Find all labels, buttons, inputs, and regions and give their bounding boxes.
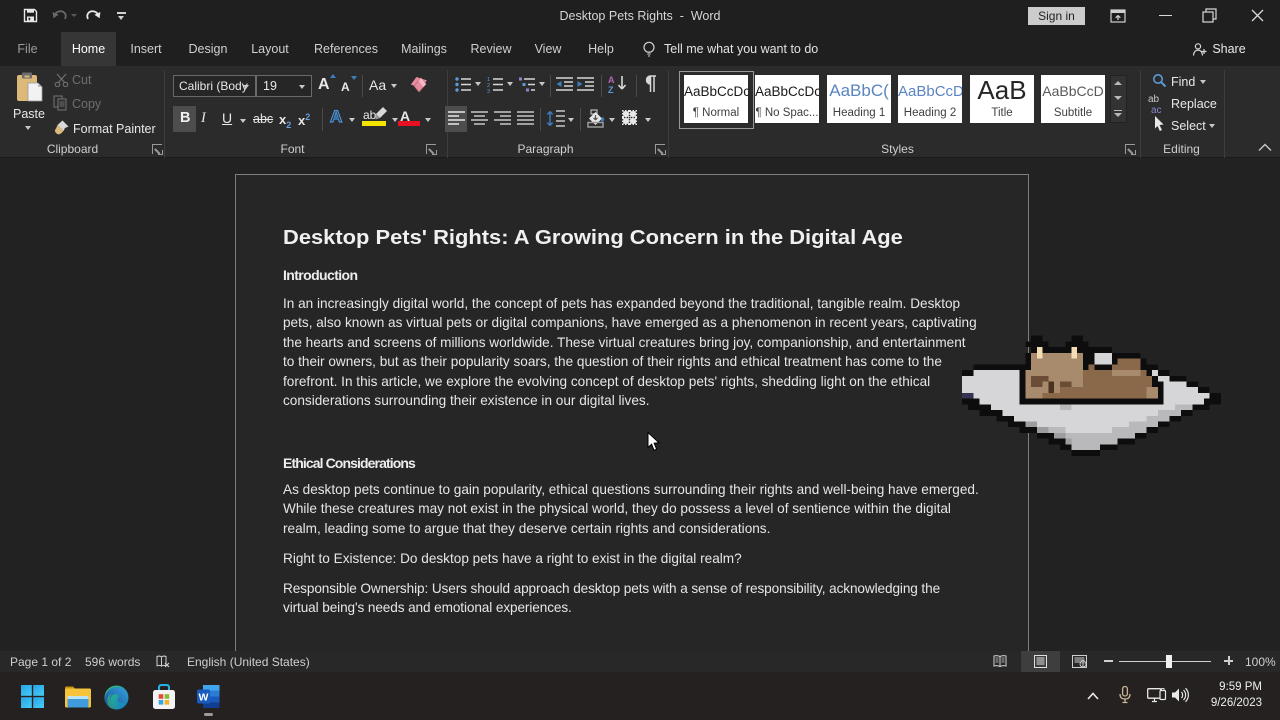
svg-text:W: W [199, 692, 209, 704]
svg-text:A: A [608, 75, 615, 85]
svg-text:3: 3 [487, 89, 490, 93]
svg-text:Z: Z [608, 85, 614, 94]
